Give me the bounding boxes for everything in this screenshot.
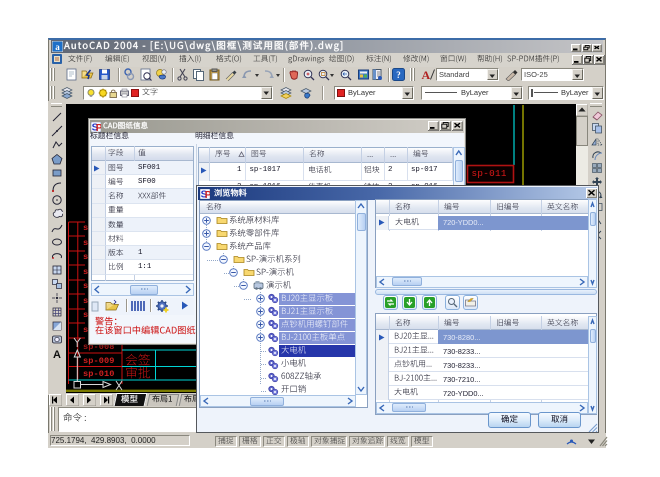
svg-text:A: A <box>422 68 431 82</box>
svg-text:A: A <box>53 349 61 359</box>
svg-text:?: ? <box>396 70 401 80</box>
svg-text:P: P <box>205 189 210 198</box>
svg-text:P: P <box>96 122 101 131</box>
svg-text:a: a <box>55 42 60 52</box>
